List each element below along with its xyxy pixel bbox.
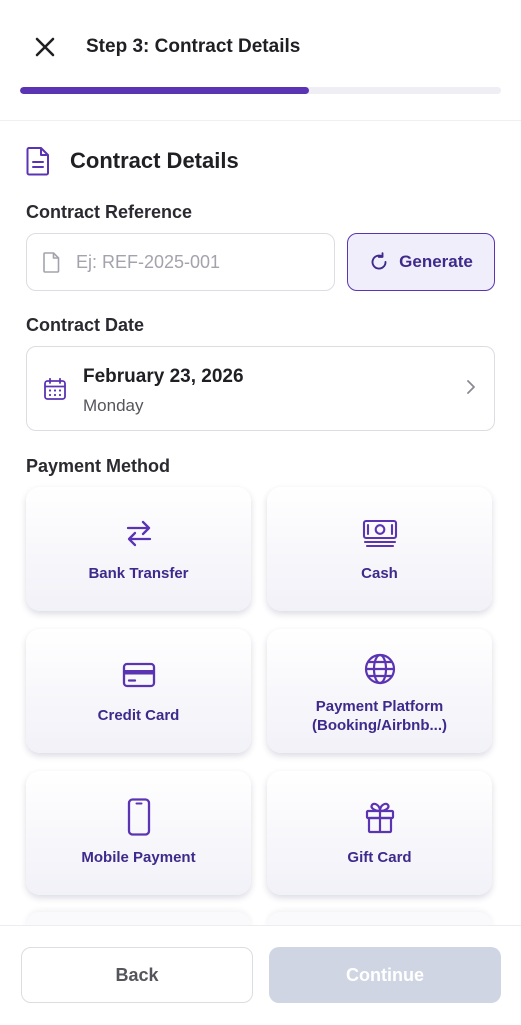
payment-option-mobile-payment[interactable]: Mobile Payment bbox=[26, 771, 251, 895]
page-title: Step 3: Contract Details bbox=[86, 36, 301, 57]
header-divider bbox=[0, 120, 521, 121]
globe-icon bbox=[364, 653, 395, 685]
selected-date: February 23, 2026 bbox=[83, 366, 244, 387]
progress-bar bbox=[20, 87, 501, 94]
payment-option-label: Cash bbox=[361, 565, 398, 582]
section-title: Contract Details bbox=[70, 148, 239, 173]
close-icon bbox=[35, 37, 55, 57]
close-button[interactable] bbox=[28, 32, 62, 62]
contract-date-picker[interactable]: February 23, 2026 Monday bbox=[26, 346, 495, 431]
payment-option-label: Bank Transfer bbox=[88, 565, 189, 582]
contract-reference-input[interactable] bbox=[74, 250, 308, 274]
banknote-icon bbox=[362, 519, 397, 548]
contract-reference-label: Contract Reference bbox=[26, 202, 193, 222]
header: Step 3: Contract Details bbox=[0, 0, 521, 120]
payment-option-cash[interactable]: Cash bbox=[267, 487, 492, 611]
payment-option-bank-transfer[interactable]: Bank Transfer bbox=[26, 487, 251, 611]
contract-date-label: Contract Date bbox=[26, 315, 145, 335]
generate-button[interactable]: Generate bbox=[347, 233, 495, 291]
contract-reference-field[interactable] bbox=[26, 233, 335, 291]
selected-weekday: Monday bbox=[83, 396, 144, 415]
calendar-icon bbox=[44, 377, 66, 400]
transfer-arrows-icon bbox=[126, 520, 151, 547]
payment-option-label: Gift Card bbox=[347, 849, 412, 866]
refresh-icon bbox=[371, 252, 387, 270]
payment-method-label: Payment Method bbox=[26, 456, 171, 476]
credit-card-icon bbox=[122, 662, 155, 688]
generate-button-label: Generate bbox=[399, 252, 473, 271]
payment-option-label: Payment Platform (Booking/Airbnb...) bbox=[312, 698, 447, 734]
payment-option-payment-platform[interactable]: Payment Platform (Booking/Airbnb...) bbox=[267, 629, 492, 753]
payment-option-credit-card[interactable]: Credit Card bbox=[26, 629, 251, 753]
document-icon bbox=[26, 147, 49, 176]
section-header: Contract Details bbox=[26, 146, 239, 176]
progress-bar-fill bbox=[20, 87, 309, 94]
payment-option-label: Mobile Payment bbox=[81, 849, 196, 866]
footer: Back Continue bbox=[0, 925, 521, 1025]
continue-button[interactable]: Continue bbox=[269, 947, 501, 1003]
payment-option-gift-card[interactable]: Gift Card bbox=[267, 771, 492, 895]
back-button[interactable]: Back bbox=[21, 947, 253, 1003]
smartphone-icon bbox=[127, 798, 150, 836]
payment-option-label: Credit Card bbox=[97, 707, 180, 724]
gift-icon bbox=[365, 802, 394, 834]
file-icon bbox=[43, 251, 60, 273]
chevron-right-icon bbox=[467, 380, 475, 394]
